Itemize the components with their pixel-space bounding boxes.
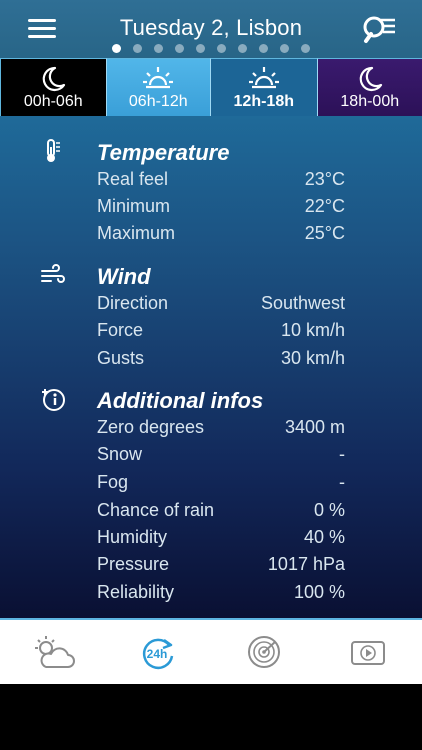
page-dot[interactable] <box>238 44 247 53</box>
row-label: Pressure <box>97 554 170 574</box>
radar-icon[interactable] <box>242 634 286 670</box>
moon-icon <box>43 66 66 92</box>
tab-00h-06h[interactable]: 00h-06h <box>0 58 106 116</box>
page-dot[interactable] <box>259 44 268 53</box>
row-value: 40 % <box>303 527 345 547</box>
sun-cloud-icon[interactable] <box>32 634 76 670</box>
menu-icon[interactable] <box>28 19 56 39</box>
section-title-additional-infos: Additional infos <box>97 388 264 413</box>
page-dot[interactable] <box>301 44 310 53</box>
tab-label: 12h-18h <box>233 93 294 110</box>
row-label: Zero degrees <box>97 417 205 437</box>
row-value: 25°C <box>304 223 345 243</box>
list-item: Force 10 km/h <box>97 320 345 344</box>
tab-label: 18h-00h <box>340 93 400 110</box>
tab-label: 06h-12h <box>128 93 188 110</box>
page-title: Tuesday 2, Lisbon <box>119 15 303 40</box>
row-label: Fog <box>97 472 129 492</box>
row-label: Real feel <box>97 169 169 189</box>
row-value: 0 % <box>313 500 345 520</box>
row-value: 3400 m <box>284 417 345 437</box>
row-label: Humidity <box>97 527 168 547</box>
moon-icon <box>359 66 382 92</box>
list-item: Zero degrees 3400 m <box>97 417 345 441</box>
row-label: Snow <box>97 444 143 464</box>
page-dot[interactable] <box>196 44 205 53</box>
list-item: Direction Southwest <box>97 293 345 317</box>
list-item: Fog - <box>97 472 345 496</box>
page-dot[interactable] <box>112 44 121 53</box>
info-plus-icon <box>42 389 65 411</box>
tab-18h-00h[interactable]: 18h-00h <box>316 58 422 116</box>
list-item: Snow - <box>97 444 345 468</box>
wind-icon <box>41 264 65 283</box>
row-label: Chance of rain <box>97 500 215 520</box>
list-item: Real feel 23°C <box>97 169 345 193</box>
video-play-icon[interactable] <box>346 634 390 670</box>
tab-label: 00h-06h <box>23 93 83 110</box>
list-item: Humidity 40 % <box>97 527 345 551</box>
list-item: Minimum 22°C <box>97 196 345 220</box>
list-item: Maximum 25°C <box>97 223 345 247</box>
empty-area <box>0 684 422 750</box>
bottom-nav: 24h <box>0 618 422 684</box>
page-dot[interactable] <box>280 44 289 53</box>
page-dot[interactable] <box>154 44 163 53</box>
24h-icon[interactable]: 24h <box>136 634 180 670</box>
row-value: 10 km/h <box>280 320 345 340</box>
tab-12h-18h[interactable]: 12h-18h <box>211 58 317 116</box>
page-dot[interactable] <box>175 44 184 53</box>
row-label: Reliability <box>97 582 175 602</box>
header-bar: Tuesday 2, Lisbon <box>0 0 422 58</box>
list-item: Gusts 30 km/h <box>97 348 345 372</box>
thermometer-icon <box>47 139 60 162</box>
row-label: Force <box>97 320 144 340</box>
search-list-icon[interactable] <box>362 13 398 47</box>
row-value: Southwest <box>260 293 345 313</box>
section-title-temperature: Temperature <box>97 140 230 165</box>
page-dot[interactable] <box>133 44 142 53</box>
row-label: Gusts <box>97 348 145 368</box>
list-item: Pressure 1017 hPa <box>97 554 345 578</box>
row-label: Direction <box>97 293 169 313</box>
list-item: Chance of rain 0 % <box>97 500 345 524</box>
row-value: 1017 hPa <box>267 554 345 574</box>
period-tabs: 00h-06h 06h-12h 12h-18h 18h-00h <box>0 58 422 116</box>
row-value: 23°C <box>304 169 345 189</box>
sunrise-icon <box>143 67 174 89</box>
row-value: 30 km/h <box>280 348 345 368</box>
row-value: 100 % <box>293 582 345 602</box>
24h-label: 24h <box>147 647 168 661</box>
row-label: Minimum <box>97 196 171 216</box>
row-value: - <box>339 472 345 492</box>
page-indicator <box>0 44 422 53</box>
row-value: - <box>339 444 345 464</box>
sunrise-icon <box>248 67 279 89</box>
page-dot[interactable] <box>217 44 226 53</box>
tab-06h-12h[interactable]: 06h-12h <box>105 58 211 116</box>
row-value: 22°C <box>304 196 345 216</box>
list-item: Reliability 100 % <box>97 582 345 606</box>
row-label: Maximum <box>97 223 176 243</box>
section-title-wind: Wind <box>97 264 151 289</box>
forecast-details: Temperature Real feel 23°C Minimum 22°C … <box>0 116 422 618</box>
